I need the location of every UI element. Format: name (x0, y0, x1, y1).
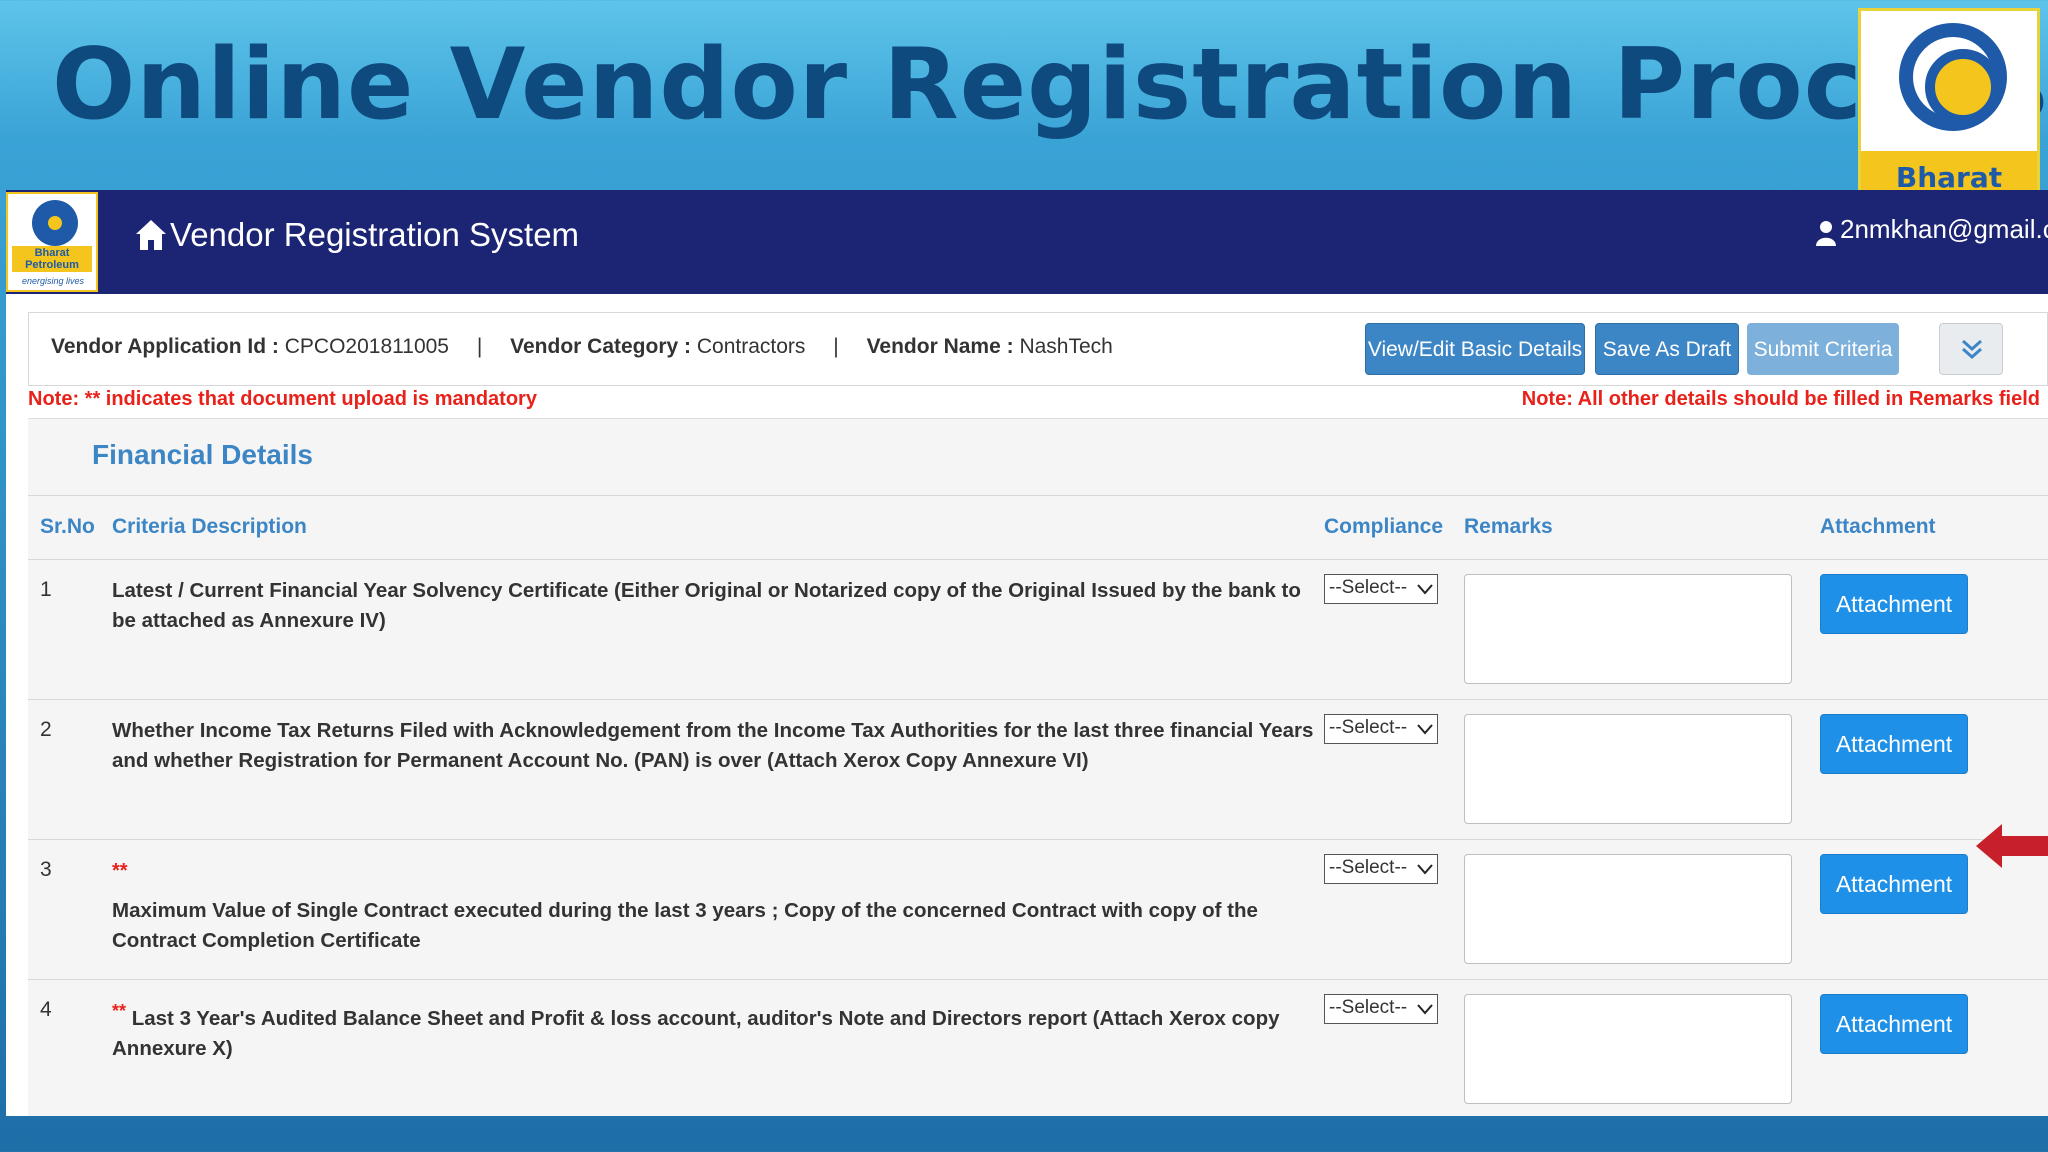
vendor-info: Vendor Application Id : CPCO201811005 | … (51, 335, 1113, 358)
logo-tagline: energising lives (21, 276, 85, 286)
col-compliance: Compliance (1324, 515, 1444, 538)
vendor-name-label: Vendor Name : (866, 335, 1014, 358)
attachment-button[interactable]: Attachment (1820, 714, 1968, 774)
app-name[interactable]: Vendor Registration System (170, 216, 579, 254)
criteria-description: ** Last 3 Year's Audited Balance Sheet a… (112, 1001, 1280, 1060)
logo-emblem-icon (32, 200, 78, 246)
user-icon[interactable] (1816, 220, 1836, 246)
category-label: Vendor Category : (510, 335, 692, 358)
app-id-value: CPCO201811005 (284, 335, 449, 358)
compliance-select[interactable]: --Select-- (1324, 994, 1438, 1024)
app-logo[interactable]: Bharat Petroleum energising lives (6, 192, 98, 292)
vendor-info-bar: Vendor Application Id : CPCO201811005 | … (28, 312, 2048, 386)
save-as-draft-button[interactable]: Save As Draft (1595, 323, 1739, 375)
remarks-input[interactable] (1464, 714, 1792, 824)
vendor-name-value: NashTech (1019, 335, 1113, 358)
table-row: 4 ** Last 3 Year's Audited Balance Sheet… (28, 979, 2048, 1116)
remarks-input[interactable] (1464, 854, 1792, 964)
row-number: 3 (40, 858, 52, 881)
row-number: 1 (40, 578, 52, 601)
compliance-select[interactable]: --Select-- (1324, 574, 1438, 604)
logo-emblem-icon (1899, 23, 2007, 131)
criteria-description: Latest / Current Financial Year Solvency… (112, 579, 1301, 632)
remarks-input[interactable] (1464, 994, 1792, 1104)
bharat-petroleum-logo: Bharat Petroleum (1858, 8, 2040, 196)
mandatory-note: Note: ** indicates that document upload … (28, 388, 537, 410)
col-attachment: Attachment (1820, 515, 1936, 538)
top-navbar: Bharat Petroleum energising lives Vendor… (6, 190, 2048, 294)
attachment-button[interactable]: Attachment (1820, 854, 1968, 914)
financial-details-panel: Financial Details Sr.No Criteria Descrip… (28, 418, 2048, 1116)
mandatory-marker: ** (112, 860, 128, 882)
chevron-down-icon (1417, 584, 1433, 595)
table-row: 1 Latest / Current Financial Year Solven… (28, 559, 2048, 699)
logo-line1: Bharat (34, 247, 70, 259)
table-row: 3 ** Maximum Value of Single Contract ex… (28, 839, 2048, 979)
app-id-label: Vendor Application Id : (51, 335, 279, 358)
row-number: 2 (40, 718, 52, 741)
home-icon[interactable] (134, 218, 168, 252)
attachment-button[interactable]: Attachment (1820, 994, 1968, 1054)
vendor-registration-app: Bharat Petroleum energising lives Vendor… (6, 190, 2048, 1116)
chevron-down-icon (1417, 864, 1433, 875)
criteria-description: Whether Income Tax Returns Filed with Ac… (112, 719, 1314, 772)
view-edit-basic-details-button[interactable]: View/Edit Basic Details (1365, 323, 1585, 375)
slide-title: Online Vendor Registration Process (52, 28, 2048, 142)
user-email[interactable]: 2nmkhan@gmail.com (1840, 214, 2048, 245)
red-arrow-left-icon (1976, 824, 2048, 868)
compliance-select[interactable]: --Select-- (1324, 714, 1438, 744)
expand-button[interactable] (1939, 323, 2003, 375)
divider (28, 495, 2048, 496)
col-sr-no: Sr.No (40, 515, 95, 538)
table-row: 2 Whether Income Tax Returns Filed with … (28, 699, 2048, 839)
remarks-input[interactable] (1464, 574, 1792, 684)
chevron-down-icon (1417, 724, 1433, 735)
mandatory-marker: ** (112, 1001, 127, 1021)
attachment-button[interactable]: Attachment (1820, 574, 1968, 634)
section-heading: Financial Details (92, 439, 313, 470)
remarks-note: Note: All other details should be filled… (1521, 388, 2040, 410)
double-chevron-down-icon (1962, 339, 1982, 360)
criteria-description: ** Maximum Value of Single Contract exec… (112, 856, 1322, 956)
row-number: 4 (40, 998, 52, 1021)
submit-criteria-button[interactable]: Submit Criteria (1747, 323, 1899, 375)
compliance-select[interactable]: --Select-- (1324, 854, 1438, 884)
category-value: Contractors (696, 335, 806, 358)
col-criteria-description: Criteria Description (112, 515, 307, 538)
logo-line2: Petroleum (25, 259, 79, 271)
col-remarks: Remarks (1464, 515, 1553, 538)
chevron-down-icon (1417, 1004, 1433, 1015)
